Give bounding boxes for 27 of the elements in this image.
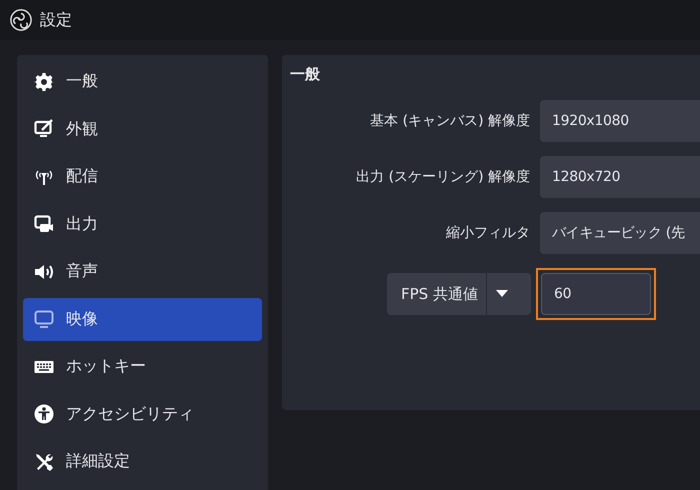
caret-icon xyxy=(496,290,508,298)
app-logo-icon xyxy=(10,9,32,31)
input-field[interactable]: バイキュービック (先 xyxy=(540,212,700,254)
field-label: 出力 (スケーリング) 解像度 xyxy=(355,168,530,186)
section-heading: 一般 xyxy=(290,65,321,84)
field-label: 基本 (キャンバス) 解像度 xyxy=(369,112,530,130)
fps-input-field[interactable]: 60 xyxy=(541,273,651,315)
tools-icon xyxy=(34,452,54,472)
sidebar-item[interactable]: アクセシビリティ xyxy=(23,392,262,436)
sidebar-item[interactable]: ホットキー xyxy=(23,345,262,388)
accessibility-icon xyxy=(34,404,54,424)
sidebar-item[interactable]: 配信 xyxy=(23,155,262,198)
fps-type-dropdown[interactable]: FPS 共通値 xyxy=(387,273,531,315)
field-label: 縮小フィルタ xyxy=(445,224,530,242)
input-field[interactable]: 1280x720 xyxy=(540,156,700,198)
sidebar-item[interactable]: 映像 xyxy=(23,298,262,340)
sidebar-item[interactable]: 出力 xyxy=(23,202,262,246)
window-title: 設定 xyxy=(40,10,72,30)
video-camera-icon xyxy=(34,214,54,234)
monitor-brush-icon xyxy=(34,119,54,139)
sidebar-item[interactable]: 外観 xyxy=(23,108,262,150)
sidebar-item[interactable]: 一般 xyxy=(23,60,262,103)
sidebar-item[interactable]: 詳細設定 xyxy=(23,440,262,483)
sidebar-item[interactable]: 音声 xyxy=(23,250,262,293)
input-field[interactable]: 1920x1080 xyxy=(540,100,700,142)
monitor-icon xyxy=(34,309,54,329)
gear-icon xyxy=(34,72,54,92)
